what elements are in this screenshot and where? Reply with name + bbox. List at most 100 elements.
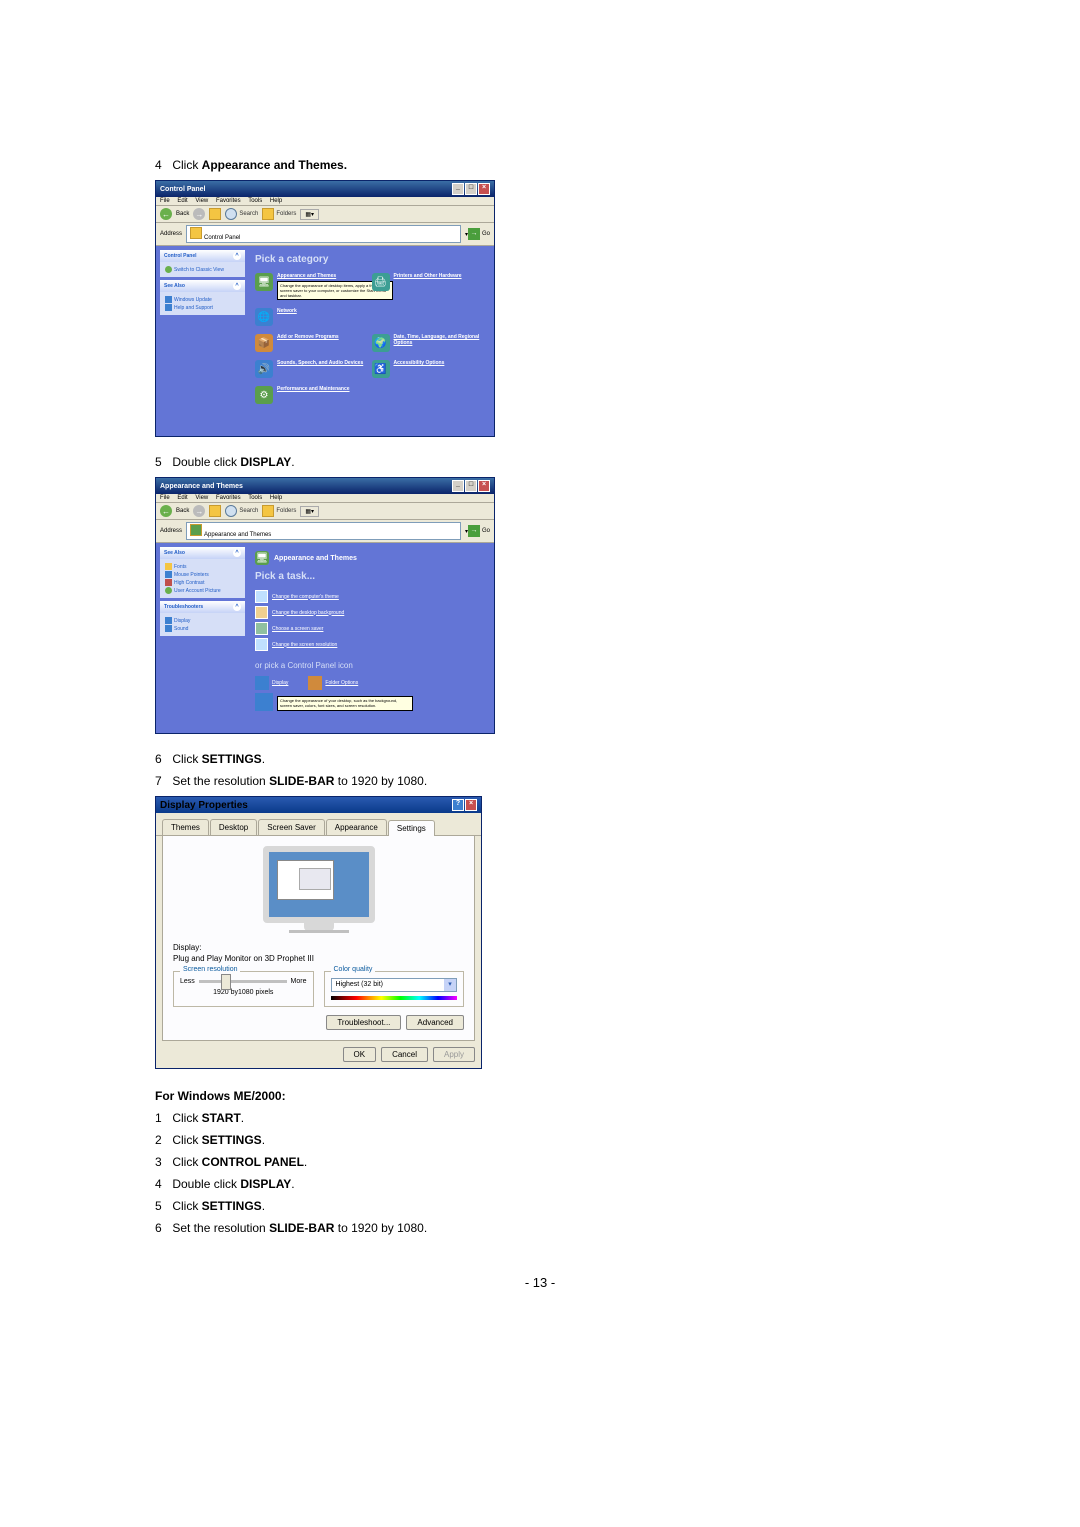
folders-button[interactable]: Folders xyxy=(262,505,296,517)
windows-update-link[interactable]: Windows Update xyxy=(165,296,240,303)
cancel-button[interactable]: Cancel xyxy=(381,1047,428,1062)
step-4: 4 Click Appearance and Themes. xyxy=(155,158,925,172)
menu-file[interactable]: File xyxy=(160,495,170,501)
folder-options-icon xyxy=(308,676,322,690)
fonts-link[interactable]: Fonts xyxy=(165,563,240,570)
categories: 🖥 Appearance and Themes Change the appea… xyxy=(255,273,488,412)
color-quality-dropdown[interactable]: Highest (32 bit) ▾ xyxy=(331,978,458,992)
cat-network[interactable]: 🌐 Network xyxy=(255,308,372,326)
menu-edit[interactable]: Edit xyxy=(177,495,187,501)
up-icon[interactable] xyxy=(209,208,221,220)
menu-help[interactable]: Help xyxy=(270,495,282,501)
cat-accessibility[interactable]: ♿ Accessibility Options xyxy=(372,360,489,378)
step-5: 5 Double click DISPLAY. xyxy=(155,455,925,469)
task-resolution[interactable]: Change the screen resolution xyxy=(255,638,488,651)
task-title: Pick a task... xyxy=(255,571,488,582)
ok-button[interactable]: OK xyxy=(343,1047,377,1062)
task-background[interactable]: Change the desktop background xyxy=(255,606,488,619)
forward-icon[interactable]: → xyxy=(193,208,205,220)
forward-icon[interactable]: → xyxy=(193,505,205,517)
menu-file[interactable]: File xyxy=(160,198,170,204)
up-icon[interactable] xyxy=(209,505,221,517)
task-screensaver[interactable]: Choose a screen saver xyxy=(255,622,488,635)
ts-sound-icon xyxy=(165,625,172,632)
display-icon-link[interactable]: Display xyxy=(255,676,288,690)
menu-help[interactable]: Help xyxy=(270,198,282,204)
ts-sound-link[interactable]: Sound xyxy=(165,625,240,632)
cat-sounds[interactable]: 🔊 Sounds, Speech, and Audio Devices xyxy=(255,360,372,378)
back-icon[interactable]: ← xyxy=(160,208,172,220)
folders-button[interactable]: Folders xyxy=(262,208,296,220)
collapse-icon[interactable]: ^ xyxy=(233,603,241,611)
hc-icon xyxy=(165,579,172,586)
me-step-1: 1 Click START. xyxy=(155,1111,925,1125)
close-icon[interactable]: × xyxy=(478,480,490,492)
address-field[interactable]: Control Panel xyxy=(186,225,461,243)
menu-favorites[interactable]: Favorites xyxy=(216,495,241,501)
maximize-icon[interactable]: □ xyxy=(465,480,477,492)
search-button[interactable]: Search xyxy=(225,208,258,220)
tab-desktop[interactable]: Desktop xyxy=(210,819,257,835)
mouse-link[interactable]: Mouse Pointers xyxy=(165,571,240,578)
sidebar-see-also: See Also^ Fonts Mouse Pointers High Cont… xyxy=(160,547,245,598)
tab-themes[interactable]: Themes xyxy=(162,819,209,835)
tab-settings[interactable]: Settings xyxy=(388,820,435,836)
task-theme[interactable]: Change the computer's theme xyxy=(255,590,488,603)
accessibility-icon: ♿ xyxy=(372,360,390,378)
task-list: Change the computer's theme Change the d… xyxy=(255,590,488,651)
address-label: Address xyxy=(160,231,182,237)
menu-edit[interactable]: Edit xyxy=(177,198,187,204)
minimize-icon[interactable]: _ xyxy=(452,183,464,195)
maximize-icon[interactable]: □ xyxy=(465,183,477,195)
go-button[interactable]: → xyxy=(468,228,480,240)
help-support-link[interactable]: Help and Support xyxy=(165,304,240,311)
tooltip: Change the appearance of your desktop, s… xyxy=(277,696,413,711)
menu-tools[interactable]: Tools xyxy=(248,198,262,204)
ts-display-link[interactable]: Display xyxy=(165,617,240,624)
tab-appearance[interactable]: Appearance xyxy=(326,819,387,835)
cat-printers[interactable]: 🖨 Printers and Other Hardware xyxy=(372,273,489,300)
troubleshoot-button[interactable]: Troubleshoot... xyxy=(326,1015,401,1030)
collapse-icon[interactable]: ^ xyxy=(233,549,241,557)
search-button[interactable]: Search xyxy=(225,505,258,517)
back-icon[interactable]: ← xyxy=(160,505,172,517)
or-text: or pick a Control Panel icon xyxy=(255,661,488,670)
chevron-down-icon: ▾ xyxy=(444,979,456,991)
menu-view[interactable]: View xyxy=(195,198,208,204)
close-icon[interactable]: × xyxy=(465,799,477,811)
switch-classic-link[interactable]: Switch to Classic View xyxy=(165,266,240,273)
views-icon[interactable]: ▦▾ xyxy=(300,209,319,220)
titlebar: Appearance and Themes _ □ × xyxy=(156,478,494,494)
menu-favorites[interactable]: Favorites xyxy=(216,198,241,204)
close-icon[interactable]: × xyxy=(478,183,490,195)
uap-link[interactable]: User Account Picture xyxy=(165,587,240,594)
help-icon[interactable]: ? xyxy=(452,799,464,811)
menu-view[interactable]: View xyxy=(195,495,208,501)
cat-performance[interactable]: ⚙ Performance and Maintenance xyxy=(255,386,372,404)
hc-link[interactable]: High Contrast xyxy=(165,579,240,586)
cat-add-remove[interactable]: 📦 Add or Remove Programs xyxy=(255,334,372,352)
addressbar: Address Control Panel ▾ → Go xyxy=(156,223,494,246)
views-icon[interactable]: ▦▾ xyxy=(300,506,319,517)
collapse-icon[interactable]: ^ xyxy=(233,282,241,290)
resolution-slider[interactable]: Less More xyxy=(180,978,307,985)
menu-tools[interactable]: Tools xyxy=(248,495,262,501)
menubar: File Edit View Favorites Tools Help xyxy=(156,494,494,503)
slider-thumb[interactable] xyxy=(221,974,231,990)
minimize-icon[interactable]: _ xyxy=(452,480,464,492)
folders-icon xyxy=(262,505,274,517)
address-field[interactable]: Appearance and Themes xyxy=(186,522,461,540)
folder-options-link[interactable]: Folder Options xyxy=(308,676,358,690)
window-title: Control Panel xyxy=(160,186,206,193)
slider-track[interactable] xyxy=(199,980,287,983)
task-arrow-icon xyxy=(255,638,268,651)
cat-datetime[interactable]: 🌍 Date, Time, Language, and Regional Opt… xyxy=(372,334,489,352)
advanced-button[interactable]: Advanced xyxy=(406,1015,464,1030)
cat-appearance[interactable]: 🖥 Appearance and Themes Change the appea… xyxy=(255,273,372,300)
tab-screensaver[interactable]: Screen Saver xyxy=(258,819,324,835)
apply-button[interactable]: Apply xyxy=(433,1047,475,1062)
go-button[interactable]: → xyxy=(468,525,480,537)
control-panel-window: Control Panel _ □ × File Edit View Favor… xyxy=(155,180,495,437)
collapse-icon[interactable]: ^ xyxy=(233,252,241,260)
banner-icon: 🖥 xyxy=(255,551,269,565)
